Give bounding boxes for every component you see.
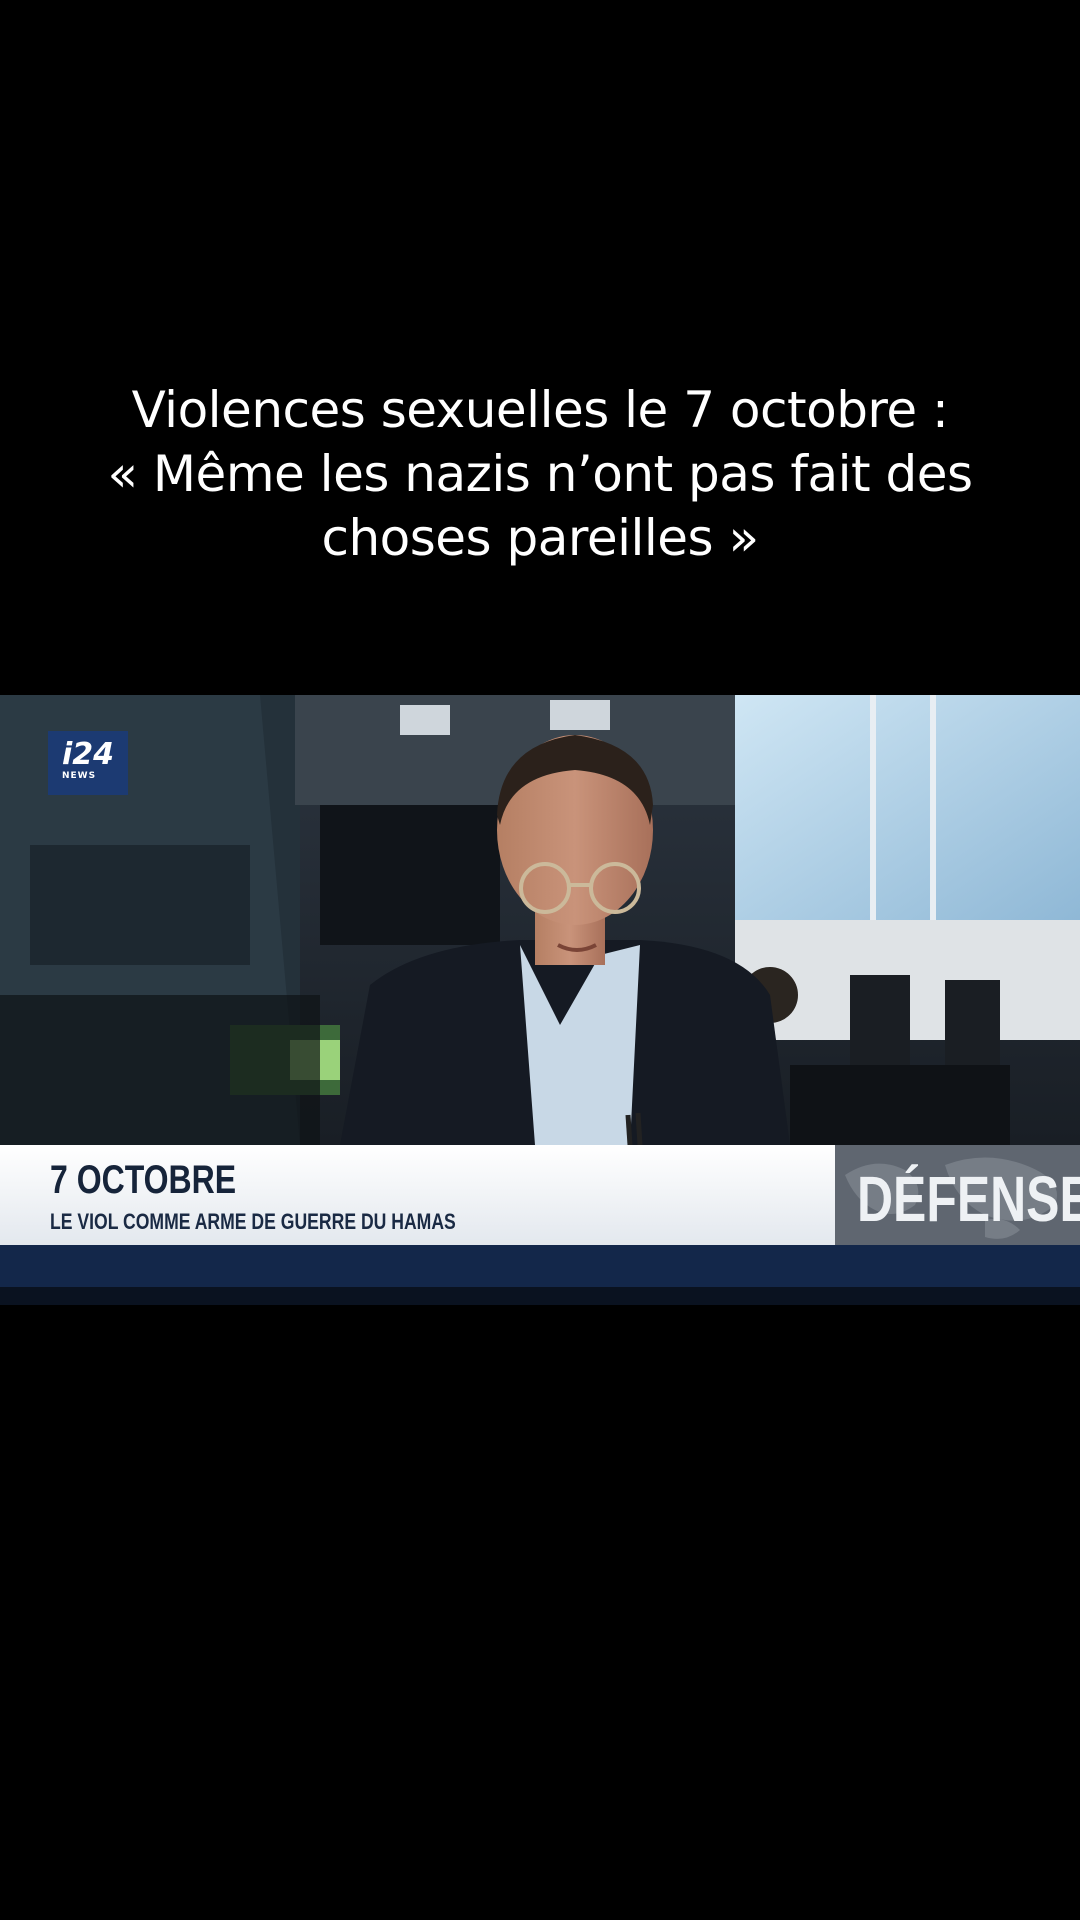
lower-third-title: 7 OCTOBRE [50,1158,237,1202]
section-tag-label: DÉFENSE [857,1163,1080,1235]
video-caption: Violences sexuelles le 7 octobre : « Mêm… [40,378,1040,570]
channel-logo-main: i24 [61,737,115,772]
caption-line-3: choses pareilles » [321,509,759,567]
lower-third-banner: 7 OCTOBRE LE VIOL COMME ARME DE GUERRE D… [0,1145,835,1245]
channel-logo-sub: NEWS [62,771,97,781]
caption-line-2: « Même les nazis n’ont pas fait des [107,445,973,503]
lower-third-subtitle: LE VIOL COMME ARME DE GUERRE DU HAMAS [50,1209,456,1234]
ticker-base [0,1287,1080,1305]
ticker-bar [0,1245,1080,1287]
section-tag: DÉFENSE [835,1145,1080,1245]
caption-line-1: Violences sexuelles le 7 octobre : [131,381,949,439]
channel-logo: i24 NEWS [48,731,128,795]
video-player[interactable]: i24 NEWS 7 OCTOBRE LE VIOL COMME ARME DE… [0,695,1080,1305]
